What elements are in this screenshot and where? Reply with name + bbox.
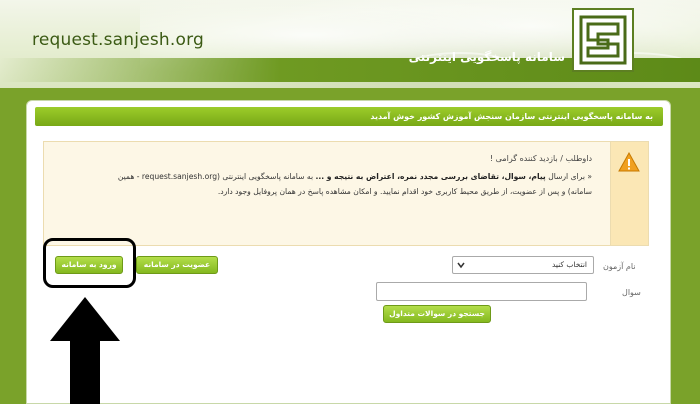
warning-icon <box>618 152 640 172</box>
highlight-annotation <box>43 238 136 288</box>
register-button[interactable]: عضویت در سامانه <box>136 256 218 274</box>
chevron-down-icon <box>457 262 465 269</box>
notice-greeting: داوطلب / بازدید کننده گرامی ! <box>489 154 592 163</box>
site-title: سامانه پاسخگویی اینترنتی <box>408 50 565 64</box>
site-url[interactable]: request.sanjesh.org <box>32 30 204 50</box>
exam-select-value: انتخاب کنید <box>551 260 587 269</box>
page-header: request.sanjesh.org سامانه پاسخگویی اینت… <box>0 0 700 88</box>
notice-icon-strip <box>610 142 648 245</box>
arrow-up-icon <box>50 297 120 404</box>
exam-label: نام آزمون <box>603 262 636 271</box>
notice-text-bold: پیام، سوال، تقاضای بررسی مجدد نمره، اعتر… <box>315 172 546 181</box>
search-faq-button[interactable]: جستجو در سوالات متداول <box>383 305 491 323</box>
question-label: سوال <box>622 288 641 297</box>
panel-title: به سامانه پاسخگویی اینترنتی سازمان سنجش … <box>35 107 663 126</box>
notice-text: « برای ارسال پیام، سوال، تقاضای بررسی مج… <box>102 169 592 199</box>
notice-box: داوطلب / بازدید کننده گرامی ! « برای ارس… <box>43 141 649 246</box>
notice-text-prefix: « برای ارسال <box>545 172 592 181</box>
exam-select[interactable]: انتخاب کنید <box>452 256 594 274</box>
sanjesh-logo-icon[interactable] <box>572 8 634 72</box>
question-input[interactable] <box>376 282 587 301</box>
